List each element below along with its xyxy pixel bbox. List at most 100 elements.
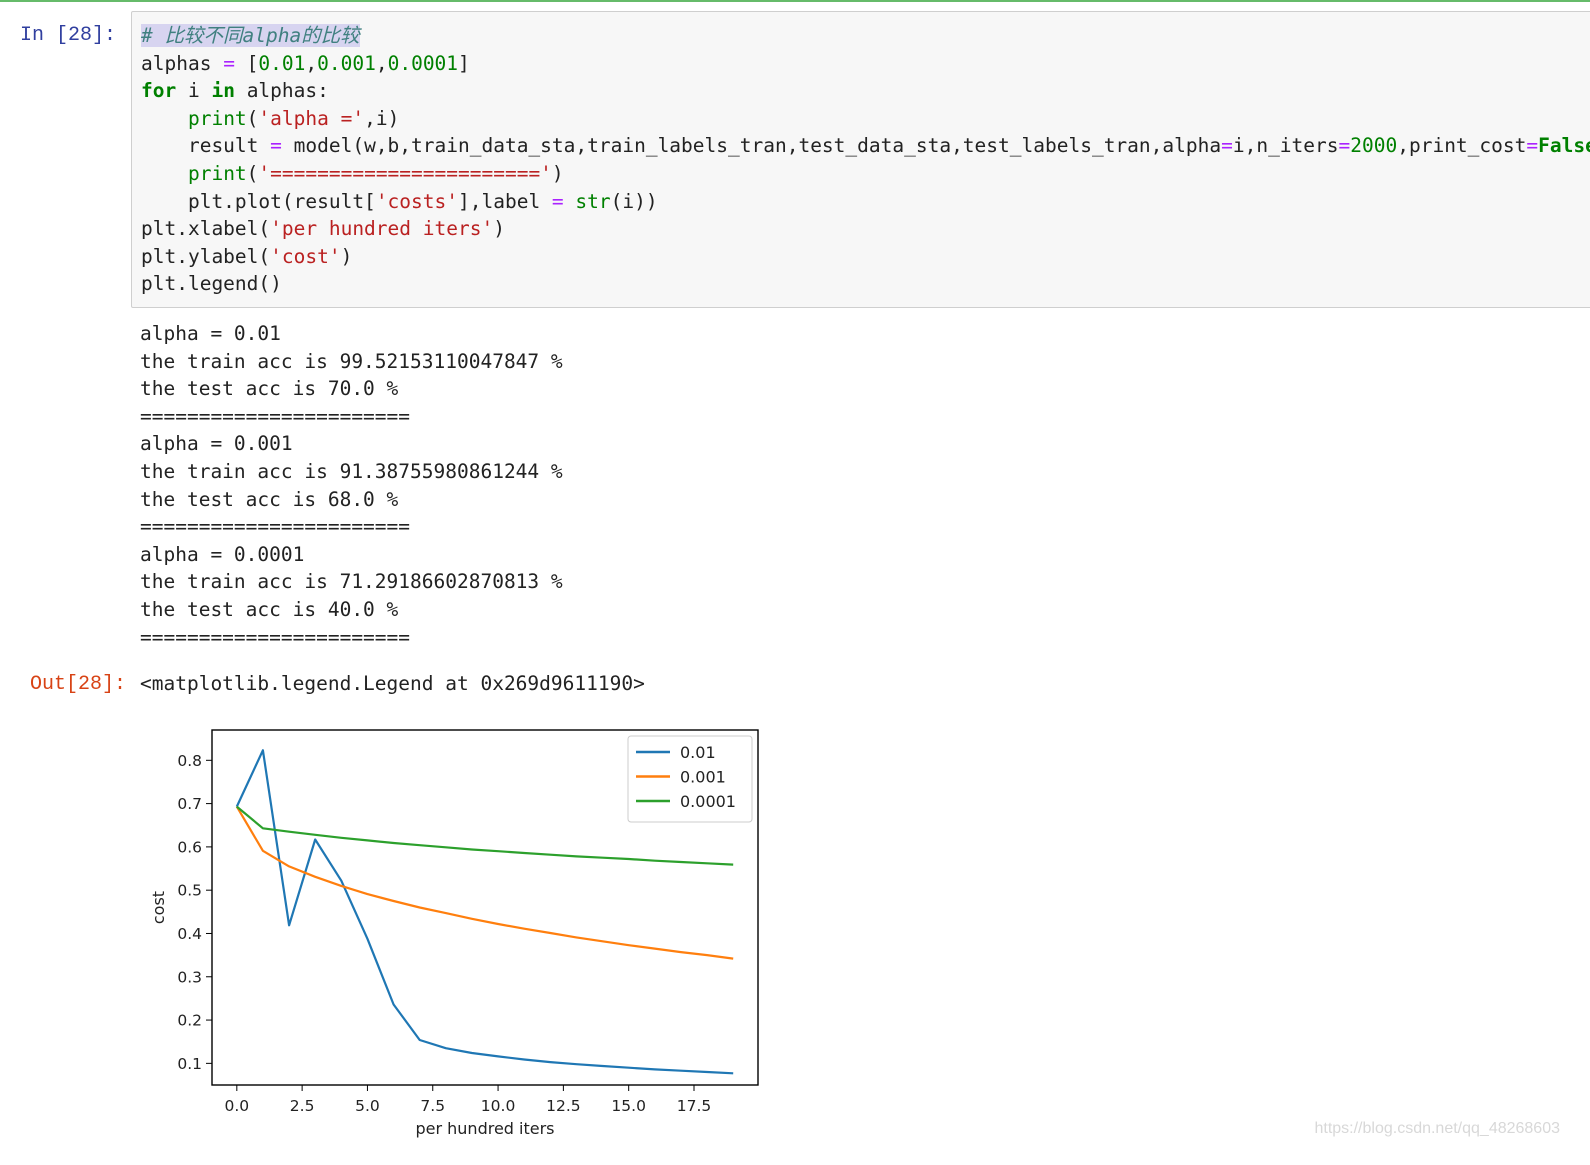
x-tick-label: 15.0	[611, 1097, 646, 1115]
code-line: plt.plot(result['costs'],label = str(i))	[141, 188, 1590, 216]
watermark: https://blog.csdn.net/qq_48268603	[1314, 1120, 1560, 1137]
x-tick-label: 10.0	[481, 1097, 516, 1115]
code-token: False	[1538, 134, 1590, 158]
code-token: print	[187, 161, 247, 185]
code-token: ],label	[458, 189, 552, 213]
code-line: print('=======================')	[141, 160, 1590, 188]
code-token: =	[1338, 134, 1351, 158]
y-tick-label: 0.3	[177, 968, 202, 986]
y-tick-label: 0.6	[177, 838, 202, 856]
stdout-line: the test acc is 68.0 %	[140, 487, 399, 511]
x-tick-label: 12.5	[546, 1097, 581, 1115]
x-tick-label: 7.5	[420, 1097, 445, 1115]
code-token: plt.ylabel(	[141, 244, 271, 268]
stdout-line: the test acc is 70.0 %	[140, 377, 399, 401]
stdout-line: the train acc is 91.38755980861244 %	[140, 459, 563, 483]
code-line: print('alpha =',i)	[141, 105, 1590, 133]
code-token: result	[141, 134, 271, 158]
code-token: # 比较不同alpha的比较	[141, 24, 360, 47]
output-repr: <matplotlib.legend.Legend at 0x269d96111…	[140, 672, 645, 695]
x-tick-label: 2.5	[290, 1097, 315, 1115]
code-token: plt.legend()	[141, 272, 282, 296]
output-prompt: Out[28]:	[30, 673, 127, 696]
code-token: 'alpha ='	[258, 106, 365, 130]
code-line: for i in alphas:	[141, 77, 1590, 105]
code-line: alphas = [0.01,0.001,0.0001]	[141, 50, 1590, 78]
stdout-line: the test acc is 40.0 %	[140, 597, 399, 621]
code-cell-editor[interactable]: # 比较不同alpha的比较 alphas = [0.01,0.001,0.000…	[131, 11, 1590, 308]
cost-line-chart: 0.0 2.5 5.0 7.5 10.0 12.5 15.0 17.5 0.1 0.2 0.3 0.4…	[149, 729, 759, 1138]
code-token: in	[211, 79, 235, 103]
stdout-output: alpha = 0.01 the train acc is 99.52153110…	[140, 320, 563, 651]
code-token: print	[187, 106, 247, 130]
code-token: i	[176, 79, 212, 103]
code-token: )	[493, 217, 505, 241]
y-axis-label: cost	[149, 891, 168, 924]
code-token: ,	[305, 51, 318, 75]
y-tick-label: 0.5	[177, 882, 202, 900]
x-axis-label: per hundred iters	[415, 1119, 554, 1138]
code-token: 0.0001	[387, 51, 459, 75]
code-token: 'costs'	[375, 189, 458, 213]
code-token: 'per hundred iters'	[270, 217, 494, 241]
stdout-line: the train acc is 71.29186602870813 %	[140, 570, 563, 594]
legend-label: 0.001	[680, 768, 726, 787]
code-token: str	[575, 189, 611, 213]
y-tick-label: 0.2	[177, 1012, 202, 1030]
code-token: for	[141, 79, 177, 103]
code-line: result = model(w,b,train_data_sta,train_…	[141, 132, 1590, 160]
y-tick-label: 0.1	[177, 1055, 202, 1073]
x-tick-label: 0.0	[224, 1097, 249, 1115]
code-token: ]	[458, 51, 470, 75]
code-token: (i))	[610, 189, 658, 213]
code-token: ,print_cost	[1397, 134, 1527, 158]
input-prompt: In [28]:	[20, 24, 117, 47]
code-token: 'cost'	[270, 244, 341, 268]
code-text[interactable]: # 比较不同alpha的比较 alphas = [0.01,0.001,0.000…	[141, 22, 1590, 298]
code-token: (	[246, 106, 259, 130]
code-token: plt.plot(result[	[141, 189, 376, 213]
code-token: 0.01	[258, 51, 306, 75]
code-line: # 比较不同alpha的比较	[141, 22, 1590, 50]
code-token: =	[1526, 134, 1539, 158]
code-token: model(w,b,train_data_sta,train_labels_tr…	[281, 134, 1222, 158]
legend-label: 0.01	[680, 743, 716, 762]
code-line: plt.xlabel('per hundred iters')	[141, 215, 1590, 243]
code-token: 0.001	[317, 51, 376, 75]
stdout-line: =======================	[140, 404, 411, 428]
cell-selected-border	[0, 0, 1590, 2]
code-token: ,	[375, 51, 388, 75]
code-token: (	[246, 161, 259, 185]
y-tick-label: 0.4	[177, 925, 202, 943]
stdout-line: alpha = 0.0001	[140, 542, 305, 566]
code-token: alphas:	[234, 79, 329, 103]
code-token: =	[270, 134, 282, 158]
stdout-line: =======================	[140, 625, 411, 649]
code-token: )	[551, 161, 564, 185]
stdout-line: =======================	[140, 515, 411, 539]
code-token: ,i)	[364, 106, 400, 130]
x-tick-label: 5.0	[355, 1097, 380, 1115]
x-tick-label: 17.5	[677, 1097, 712, 1115]
code-token: =	[1221, 134, 1233, 158]
code-token: 2000	[1350, 134, 1398, 158]
code-token: plt.xlabel(	[141, 217, 271, 241]
code-line: plt.legend()	[141, 270, 1590, 298]
stdout-line: alpha = 0.001	[140, 432, 293, 456]
stdout-line: alpha = 0.01	[140, 322, 281, 345]
code-token: i,n_iters	[1232, 134, 1339, 158]
y-tick-label: 0.7	[177, 795, 202, 813]
y-tick-label: 0.8	[177, 752, 202, 770]
stdout-line: the train acc is 99.52153110047847 %	[140, 349, 563, 373]
legend-label: 0.0001	[680, 792, 736, 811]
code-token: '======================='	[258, 161, 552, 185]
code-token: =	[551, 189, 564, 213]
code-token: alphas	[141, 51, 224, 75]
code-token: [	[234, 51, 259, 75]
code-token: )	[340, 244, 353, 268]
code-line: plt.ylabel('cost')	[141, 243, 1590, 271]
code-token: =	[223, 51, 235, 75]
